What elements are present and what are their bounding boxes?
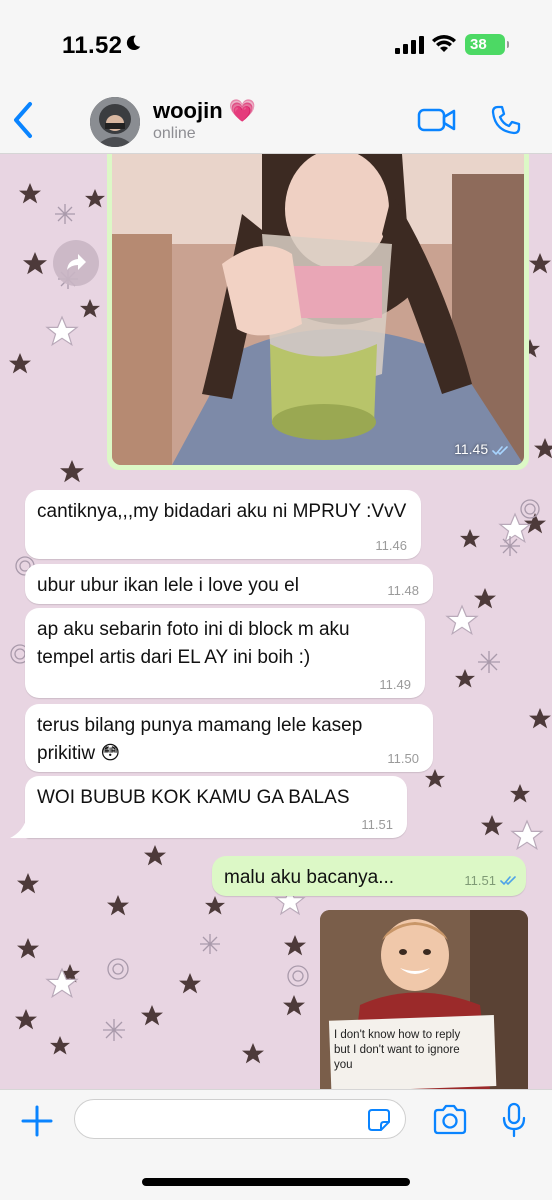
photo-time-text: 11.45 [454,441,489,457]
status-bar: 11.52 38 [0,0,552,88]
double-check-icon [492,445,508,455]
incoming-message[interactable]: ap aku sebarin foto ini di block m aku t… [25,608,425,698]
message-time: 11.48 [387,583,419,598]
avatar-image [90,97,140,147]
incoming-message[interactable]: ubur ubur ikan lele i love you el 11.48 [25,564,433,604]
wifi-icon [432,35,456,52]
back-chevron-icon[interactable] [8,100,38,140]
phone-icon[interactable] [490,104,522,136]
contact-status: online [153,125,196,142]
message-text: ubur ubur ikan lele i love you el [37,575,299,596]
photo-image[interactable]: 11.45 [112,154,524,465]
chat-area[interactable]: 11.45 cantiknya,,,my bidadari aku ni MPR… [0,154,552,1089]
message-time: 11.50 [387,751,419,766]
contact-name[interactable]: woojin 💗 [153,98,256,124]
meme-image-message[interactable]: I don't know how to reply but I don't wa… [320,910,528,1089]
message-time: 11.51 [464,873,496,888]
incoming-message[interactable]: cantiknya,,,my bidadari aku ni MPRUY :Vv… [25,490,421,559]
incoming-message[interactable]: WOI BUBUB KOK KAMU GA BALAS 11.51 [25,776,407,838]
chat-header: woojin 💗 online [0,88,552,154]
moon-icon [126,35,141,51]
message-input[interactable] [74,1099,406,1139]
battery-level: 38 [470,36,487,53]
photo-message[interactable]: 11.45 [107,154,529,470]
message-time: 11.51 [361,817,393,832]
message-text: terus bilang punya mamang lele kasep pri… [37,715,363,764]
sticker-icon[interactable] [367,1108,391,1132]
home-indicator[interactable] [142,1178,410,1186]
message-time: 11.46 [375,538,407,553]
cellular-signal-icon [395,36,424,54]
incoming-message[interactable]: terus bilang punya mamang lele kasep pri… [25,704,433,772]
photo-timestamp: 11.45 [454,441,510,457]
message-time: 11.49 [379,677,411,692]
message-text: ap aku sebarin foto ini di block m aku t… [37,619,350,668]
microphone-icon[interactable] [502,1102,526,1138]
meme-caption: I don't know how to reply but I don't wa… [334,1029,461,1071]
camera-icon[interactable] [432,1104,468,1136]
avatar[interactable] [90,97,140,147]
plus-icon[interactable] [20,1104,54,1138]
message-text: cantiknya,,,my bidadari aku ni MPRUY :Vv… [37,501,407,522]
status-time: 11.52 [62,32,123,59]
video-call-icon[interactable] [417,106,457,134]
photo-content [112,154,524,465]
forward-icon[interactable] [53,240,99,286]
outgoing-message[interactable]: malu aku bacanya... 11.51 [212,856,526,896]
message-text: WOI BUBUB KOK KAMU GA BALAS [37,787,350,808]
bubble-tail [10,820,30,838]
battery-indicator: 38 [465,34,509,55]
contact-name-text: woojin [153,98,223,123]
heart-emoji: 💗 [228,98,257,123]
double-check-icon [500,876,516,886]
